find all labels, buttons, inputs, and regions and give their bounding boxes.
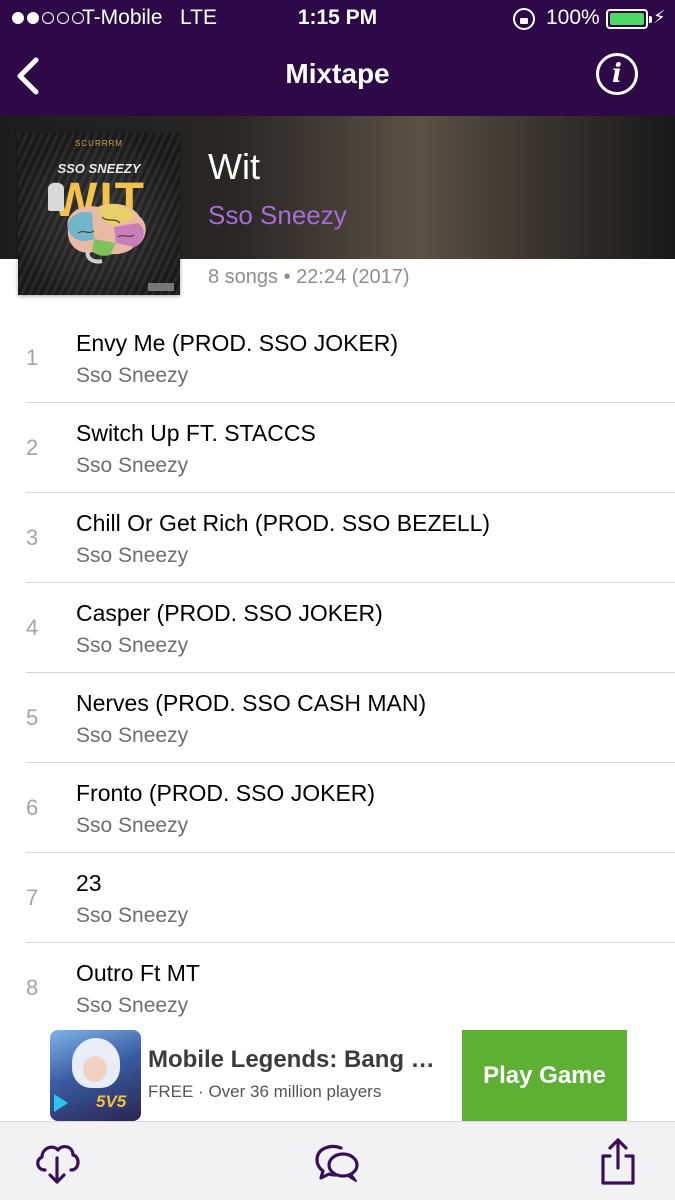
info-icon: i [612, 59, 622, 89]
track-number: 7 [26, 885, 39, 910]
album-meta: 8 songs • 22:24 (2017) [208, 266, 410, 288]
track-title: Outro Ft MT [76, 960, 200, 986]
album-cover[interactable]: SCURRRM SSO SNEEZY WIT [18, 133, 180, 295]
track-artist: Sso Sneezy [76, 634, 189, 657]
game-app-icon[interactable]: 5V5 [50, 1030, 141, 1121]
top-bar: T-Mobile LTE 1:15 PM 100% ⚡ Mixtape i [0, 0, 675, 116]
play-icon [54, 1094, 68, 1112]
track-row[interactable]: 5 Nerves (PROD. SSO CASH MAN) Sso Sneezy [0, 673, 675, 763]
track-row[interactable]: 1 Envy Me (PROD. SSO JOKER) Sso Sneezy [0, 313, 675, 403]
cover-label: SCURRRM [75, 139, 123, 148]
status-bar: T-Mobile LTE 1:15 PM 100% ⚡ [0, 0, 675, 40]
ad-title[interactable]: Mobile Legends: Bang … [148, 1046, 435, 1074]
share-button[interactable] [592, 1136, 644, 1188]
track-number: 6 [26, 795, 39, 820]
track-title: Casper (PROD. SSO JOKER) [76, 600, 383, 626]
battery-fill [610, 13, 644, 25]
track-number: 2 [26, 435, 39, 460]
icon-character-face [83, 1056, 107, 1082]
ad-subtitle: FREE · Over 36 million players [148, 1082, 382, 1101]
track-title: Nerves (PROD. SSO CASH MAN) [76, 690, 427, 716]
icon-badge: 5V5 [96, 1092, 127, 1111]
track-artist: Sso Sneezy [76, 994, 189, 1017]
play-game-button[interactable]: Play Game [462, 1030, 627, 1121]
track-artist: Sso Sneezy [76, 724, 189, 747]
cloud-download-icon [36, 1144, 80, 1184]
bottom-toolbar [0, 1121, 675, 1200]
track-row[interactable]: 3 Chill Or Get Rich (PROD. SSO BEZELL) S… [0, 493, 675, 583]
comments-button[interactable] [311, 1136, 363, 1188]
battery-icon [606, 9, 652, 29]
page-title: Mixtape [285, 58, 390, 89]
track-title: 23 [76, 870, 102, 896]
track-number: 8 [26, 975, 39, 1000]
download-button[interactable] [31, 1136, 83, 1188]
brain-artwork [67, 203, 146, 264]
track-title: Switch Up FT. STACCS [76, 420, 316, 446]
rotation-lock-icon [513, 8, 535, 30]
track-row[interactable]: 8 Outro Ft MT Sso Sneezy [0, 943, 675, 1033]
track-title: Chill Or Get Rich (PROD. SSO BEZELL) [76, 510, 491, 536]
chat-bubbles-icon [315, 1144, 359, 1182]
album-artist-link[interactable]: Sso Sneezy [208, 200, 347, 231]
track-title: Envy Me (PROD. SSO JOKER) [76, 330, 399, 356]
track-number: 3 [26, 525, 39, 550]
track-artist: Sso Sneezy [76, 904, 189, 927]
track-row[interactable]: 6 Fronto (PROD. SSO JOKER) Sso Sneezy [0, 763, 675, 853]
track-title: Fronto (PROD. SSO JOKER) [76, 780, 376, 806]
cover-tag [148, 283, 174, 291]
track-list: 1 Envy Me (PROD. SSO JOKER) Sso Sneezy 2… [0, 313, 675, 1033]
track-number: 1 [26, 345, 39, 370]
track-row[interactable]: 7 23 Sso Sneezy [0, 853, 675, 943]
track-artist: Sso Sneezy [76, 814, 189, 837]
info-button[interactable]: i [596, 53, 638, 95]
battery-percentage: 100% [546, 6, 600, 29]
track-number: 5 [26, 705, 39, 730]
track-artist: Sso Sneezy [76, 544, 189, 567]
track-artist: Sso Sneezy [76, 364, 189, 387]
track-row[interactable]: 2 Switch Up FT. STACCS Sso Sneezy [0, 403, 675, 493]
track-number: 4 [26, 615, 39, 640]
track-artist: Sso Sneezy [76, 454, 189, 477]
track-row[interactable]: 4 Casper (PROD. SSO JOKER) Sso Sneezy [0, 583, 675, 673]
share-icon [601, 1138, 635, 1185]
ad-banner[interactable]: 5V5 Mobile Legends: Bang … FREE · Over 3… [50, 1030, 627, 1121]
album-title: Wit [208, 146, 260, 187]
charging-icon: ⚡ [653, 7, 666, 27]
